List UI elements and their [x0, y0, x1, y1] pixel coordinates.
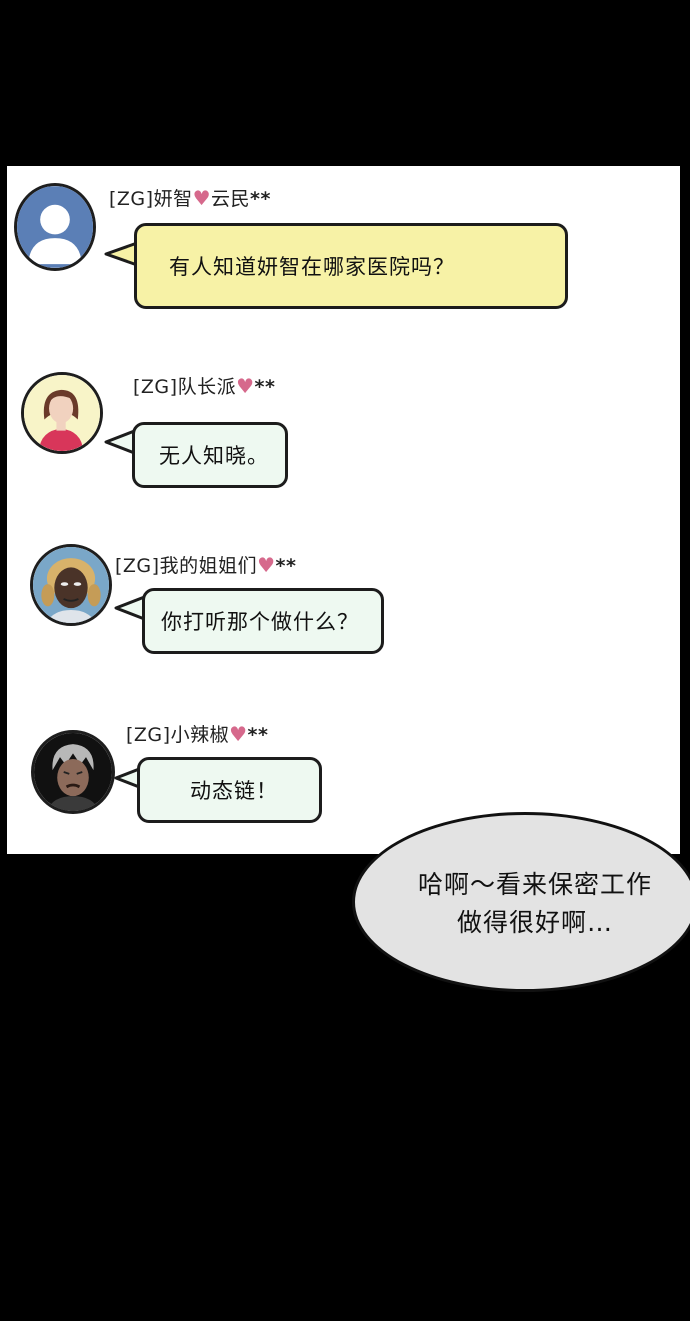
speech-text: 哈啊～看来保密工作 做得很好啊…: [380, 866, 690, 942]
message-4-username: [ZG]小辣椒♥**: [126, 720, 268, 747]
default-user-avatar-icon: [14, 183, 96, 271]
woman-avatar: [21, 372, 103, 454]
message-4-stars: **: [247, 724, 269, 746]
speech-line-2: 做得很好啊…: [456, 908, 613, 937]
message-1-username: [ZG]妍智♥云民**: [109, 184, 271, 211]
message-4-name: [ZG]小辣椒: [126, 724, 230, 746]
braided-woman-avatar: [30, 544, 112, 626]
message-4-bubble: 动态链！: [137, 757, 322, 823]
message-2-name: [ZG]队长派: [133, 376, 237, 398]
heart-icon: ♥: [229, 722, 248, 746]
message-2-stars: **: [254, 376, 276, 398]
message-3-username: [ZG]我的姐姐们♥**: [115, 551, 296, 578]
message-2-username: [ZG]队长派♥**: [133, 372, 275, 399]
heart-icon: ♥: [236, 374, 255, 398]
message-1-name: [ZG]妍智: [109, 188, 193, 210]
message-1-stars: **: [250, 188, 271, 210]
heart-icon: ♥: [257, 553, 276, 577]
grey-haired-man-avatar: [31, 730, 115, 814]
speech-line-1: 哈啊～看来保密工作: [417, 870, 652, 899]
heart-icon: ♥: [192, 186, 212, 210]
message-3-bubble: 你打听那个做什么？: [142, 588, 384, 654]
message-1-text: 有人知道妍智在哪家医院吗？: [169, 255, 455, 279]
message-3-stars: **: [275, 555, 297, 577]
message-3-text: 你打听那个做什么？: [161, 610, 359, 634]
message-1-suffix: 云民: [211, 188, 251, 210]
message-4-text: 动态链！: [190, 779, 278, 803]
message-2-text: 无人知晓。: [159, 444, 269, 468]
message-2-bubble: 无人知晓。: [132, 422, 288, 488]
message-1-bubble: 有人知道妍智在哪家医院吗？: [134, 223, 568, 309]
message-3-name: [ZG]我的姐姐们: [115, 555, 258, 577]
